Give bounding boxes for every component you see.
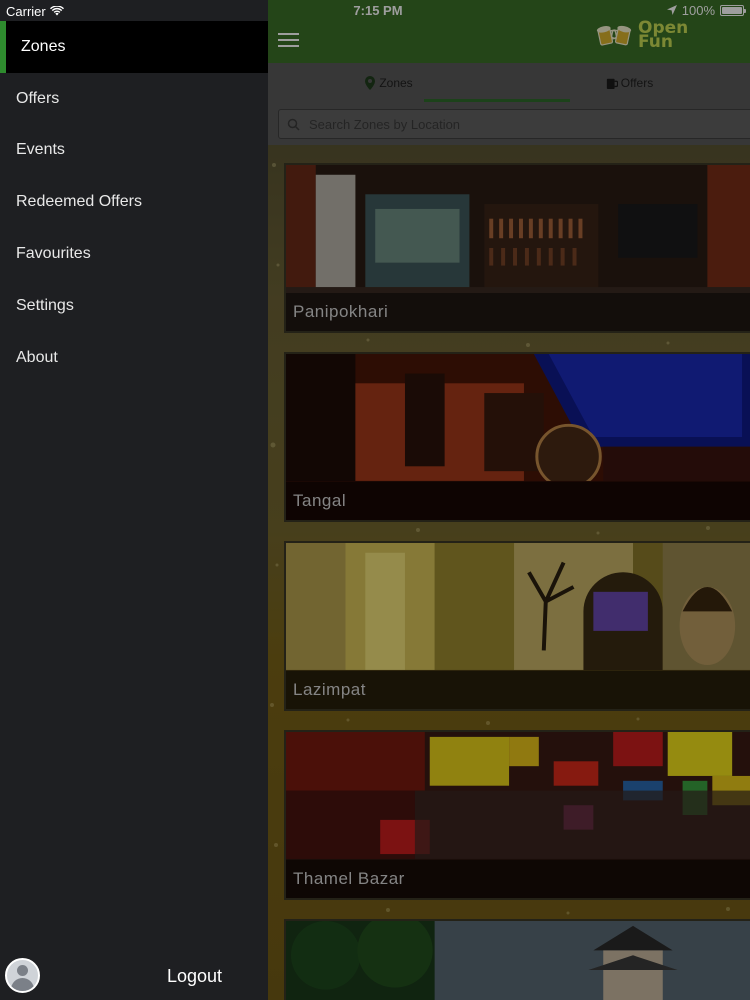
zone-card-5[interactable] [284, 919, 750, 1000]
sidebar-footer: Logout [0, 954, 268, 1000]
beer-mug-icon [606, 78, 618, 89]
zone-image [286, 921, 750, 1000]
zone-name-tangal: Tangal [286, 482, 750, 520]
main-panel: 7:15 PM 100% Open Fun Zones Offers Searc… [268, 0, 750, 1000]
zone-name-thamel-bazar: Thamel Bazar [286, 860, 750, 898]
menu-item-favourites[interactable]: Favourites [0, 228, 268, 280]
battery-icon [720, 5, 746, 16]
search-box[interactable] [278, 109, 750, 139]
search-input[interactable] [309, 116, 729, 132]
search-bar [268, 103, 750, 145]
location-arrow-icon [666, 5, 677, 15]
zone-card-tangal[interactable]: Tangal [284, 352, 750, 522]
hamburger-menu-icon[interactable] [278, 33, 299, 48]
battery-percent: 100% [681, 3, 715, 18]
tab-bar: Zones Offers [268, 63, 750, 103]
menu-item-events[interactable]: Events [0, 125, 268, 177]
wifi-icon [49, 6, 64, 16]
tab-zones-label: Zones [379, 76, 413, 90]
app-logo: Open Fun [596, 20, 688, 51]
tab-zones[interactable]: Zones [268, 63, 570, 103]
status-bar-left: Carrier [6, 3, 64, 19]
side-menu: Carrier Zones Offers Events Redeemed Off… [0, 0, 268, 1000]
map-pin-icon [365, 76, 376, 90]
search-icon [287, 118, 300, 131]
beer-mugs-icon [596, 25, 632, 46]
logo-text: Open Fun [638, 20, 688, 51]
zones-list: Panipokhari Tangal Lazimpat Thamel Bazar [268, 145, 750, 1000]
zone-card-thamel-bazar[interactable]: Thamel Bazar [284, 730, 750, 900]
user-avatar[interactable] [5, 958, 40, 993]
status-bar-right: 100% [666, 3, 746, 18]
menu-list: Zones Offers Events Redeemed Offers Favo… [0, 21, 268, 384]
avatar-body [11, 978, 34, 991]
top-navigation-bar: 7:15 PM 100% Open Fun [268, 0, 750, 63]
status-time: 7:15 PM [353, 3, 403, 18]
zone-card-lazimpat[interactable]: Lazimpat [284, 541, 750, 711]
menu-item-about[interactable]: About [0, 332, 268, 384]
carrier-label: Carrier [6, 3, 46, 19]
zone-card-panipokhari[interactable]: Panipokhari [284, 163, 750, 333]
zone-name-lazimpat: Lazimpat [286, 671, 750, 709]
menu-item-settings[interactable]: Settings [0, 280, 268, 332]
menu-item-zones[interactable]: Zones [0, 21, 268, 73]
logout-button[interactable]: Logout [167, 966, 222, 987]
tab-offers[interactable]: Offers [509, 63, 750, 103]
menu-item-offers[interactable]: Offers [0, 73, 268, 125]
tab-offers-label: Offers [620, 76, 654, 90]
menu-item-redeemed-offers[interactable]: Redeemed Offers [0, 176, 268, 228]
zone-name-panipokhari: Panipokhari [286, 293, 750, 331]
avatar-head [17, 965, 28, 976]
